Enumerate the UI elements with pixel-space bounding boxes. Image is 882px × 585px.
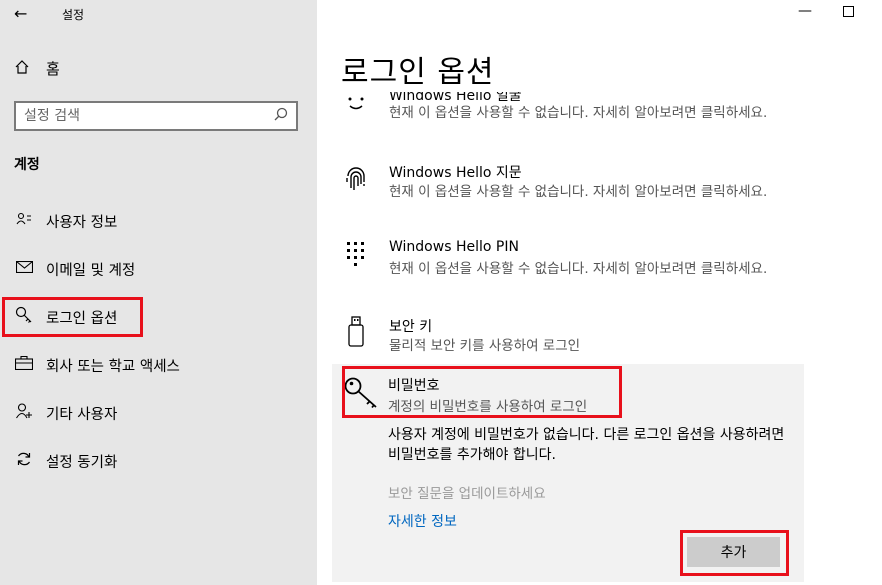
main-panel: — 로그인 옵션 Windows Hello 얼굴 현재 이 옵션을 사용할 수… [317,0,882,585]
sidebar-item-sync[interactable]: 설정 동기화 [14,446,304,476]
home-label: 홈 [46,60,60,78]
sidebar-item-label: 이메일 및 계정 [46,262,136,279]
option-hello-fingerprint[interactable]: Windows Hello 지문 현재 이 옵션을 사용할 수 없습니다. 자세… [341,162,801,222]
minimize-icon[interactable]: — [798,3,812,19]
sidebar-item-email[interactable]: 이메일 및 계정 [14,254,304,284]
sidebar-item-label: 설정 동기화 [46,454,118,471]
password-message: 사용자 계정에 비밀번호가 없습니다. 다른 로그인 옵션을 사용하려면 비밀번… [388,427,785,463]
option-title: Windows Hello 지문 [389,165,522,181]
settings-search[interactable] [14,101,298,131]
briefcase-icon [14,355,34,374]
option-desc: 물리적 보안 키를 사용하여 로그인 [389,338,581,354]
page-title: 로그인 옵션 [341,55,495,90]
option-desc: 현재 이 옵션을 사용할 수 없습니다. 자세히 알아보려면 클릭하세요. [389,184,768,200]
home-icon [14,59,32,79]
sync-icon [14,451,34,471]
password-highlight [342,366,622,418]
option-desc: 현재 이 옵션을 사용할 수 없습니다. 자세히 알아보려면 클릭하세요. [389,105,768,121]
sidebar-item-label: 기타 사용자 [46,406,118,423]
home-nav[interactable]: 홈 [14,58,60,79]
sidebar-item-work-school[interactable]: 회사 또는 학교 액세스 [14,350,304,380]
person-add-icon [14,403,34,423]
fingerprint-icon [341,166,371,200]
option-title: Windows Hello PIN [389,239,519,255]
option-title: 보안 키 [389,319,433,335]
face-icon [341,92,371,119]
more-info-link[interactable]: 자세한 정보 [388,511,457,531]
mail-icon [14,260,34,277]
option-desc: 현재 이 옵션을 사용할 수 없습니다. 자세히 알아보려면 클릭하세요. [389,261,768,277]
app-title: 설정 [62,8,85,22]
selected-item-highlight [2,297,143,337]
option-hello-face[interactable]: Windows Hello 얼굴 현재 이 옵션을 사용할 수 없습니다. 자세… [341,92,801,147]
back-arrow-icon[interactable]: ← [14,4,27,23]
add-password-button[interactable]: 추가 [687,537,780,567]
sidebar-item-other-users[interactable]: 기타 사용자 [14,398,304,428]
maximize-icon[interactable] [843,5,854,21]
option-security-key[interactable]: 보안 키 물리적 보안 키를 사용하여 로그인 [341,316,801,356]
usb-key-icon [341,316,371,354]
user-info-icon [14,212,34,230]
security-question-link: 보안 질문을 업데이트하세요 [388,486,546,502]
pin-keypad-icon [341,241,371,277]
option-hello-pin[interactable]: Windows Hello PIN 현재 이 옵션을 사용할 수 없습니다. 자… [341,239,801,299]
sidebar: ← 설정 홈 계정 사용자 정보 이메일 및 계정 로그인 옵션 [0,0,317,585]
section-heading-accounts: 계정 [14,157,40,173]
sidebar-item-label: 사용자 정보 [46,214,118,231]
search-icon[interactable] [274,107,288,125]
sidebar-item-user-info[interactable]: 사용자 정보 [14,206,304,236]
sidebar-item-label: 회사 또는 학교 액세스 [46,358,180,375]
search-input[interactable] [24,108,274,124]
